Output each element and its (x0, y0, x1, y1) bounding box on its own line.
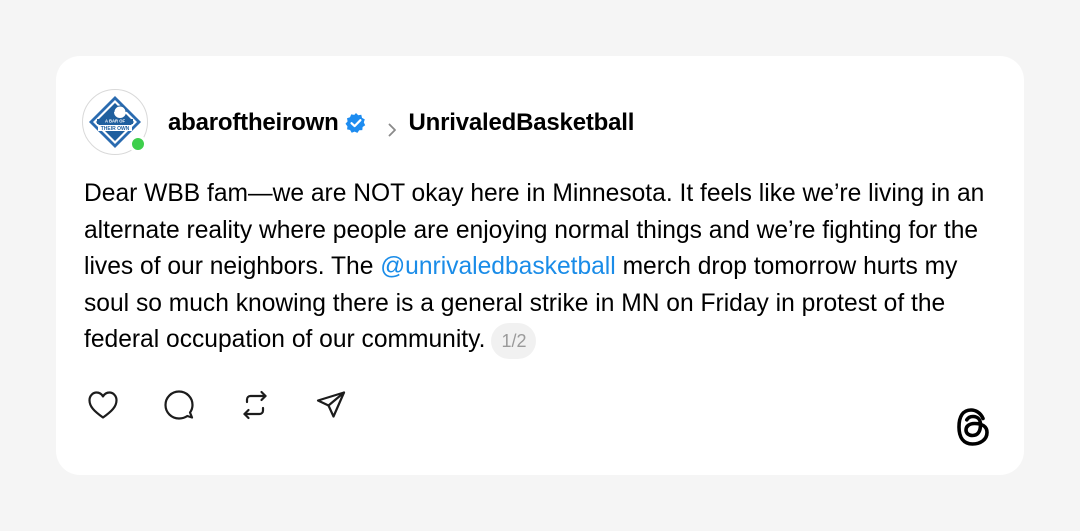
svg-text:A BAR OF: A BAR OF (105, 119, 126, 124)
post-card: A BAR OF THEIR OWN abaroftheirown Unriva… (56, 56, 1024, 475)
action-bar (86, 388, 390, 422)
thread-counter-badge: 1/2 (491, 322, 537, 359)
verified-badge-icon (345, 112, 367, 134)
chevron-right-icon (385, 116, 399, 137)
post-header: abaroftheirown UnrivaledBasketball (168, 106, 634, 140)
like-button[interactable] (86, 388, 120, 422)
community-link[interactable]: UnrivaledBasketball (409, 109, 635, 137)
heart-icon (88, 391, 118, 419)
share-button[interactable] (314, 388, 348, 422)
send-icon (316, 391, 346, 418)
online-status-dot (129, 135, 147, 153)
reply-button[interactable] (162, 388, 196, 422)
comment-icon (164, 390, 194, 420)
threads-logo-icon[interactable] (954, 405, 994, 449)
mention-link[interactable]: @unrivaledbasketball (380, 253, 616, 280)
repost-button[interactable] (238, 388, 272, 422)
svg-text:THEIR OWN: THEIR OWN (101, 126, 130, 132)
repost-icon (243, 390, 267, 420)
author-username[interactable]: abaroftheirown (168, 109, 339, 137)
avatar[interactable]: A BAR OF THEIR OWN (82, 89, 148, 155)
post-body: Dear WBB fam—we are NOT okay here in Min… (84, 176, 1004, 359)
